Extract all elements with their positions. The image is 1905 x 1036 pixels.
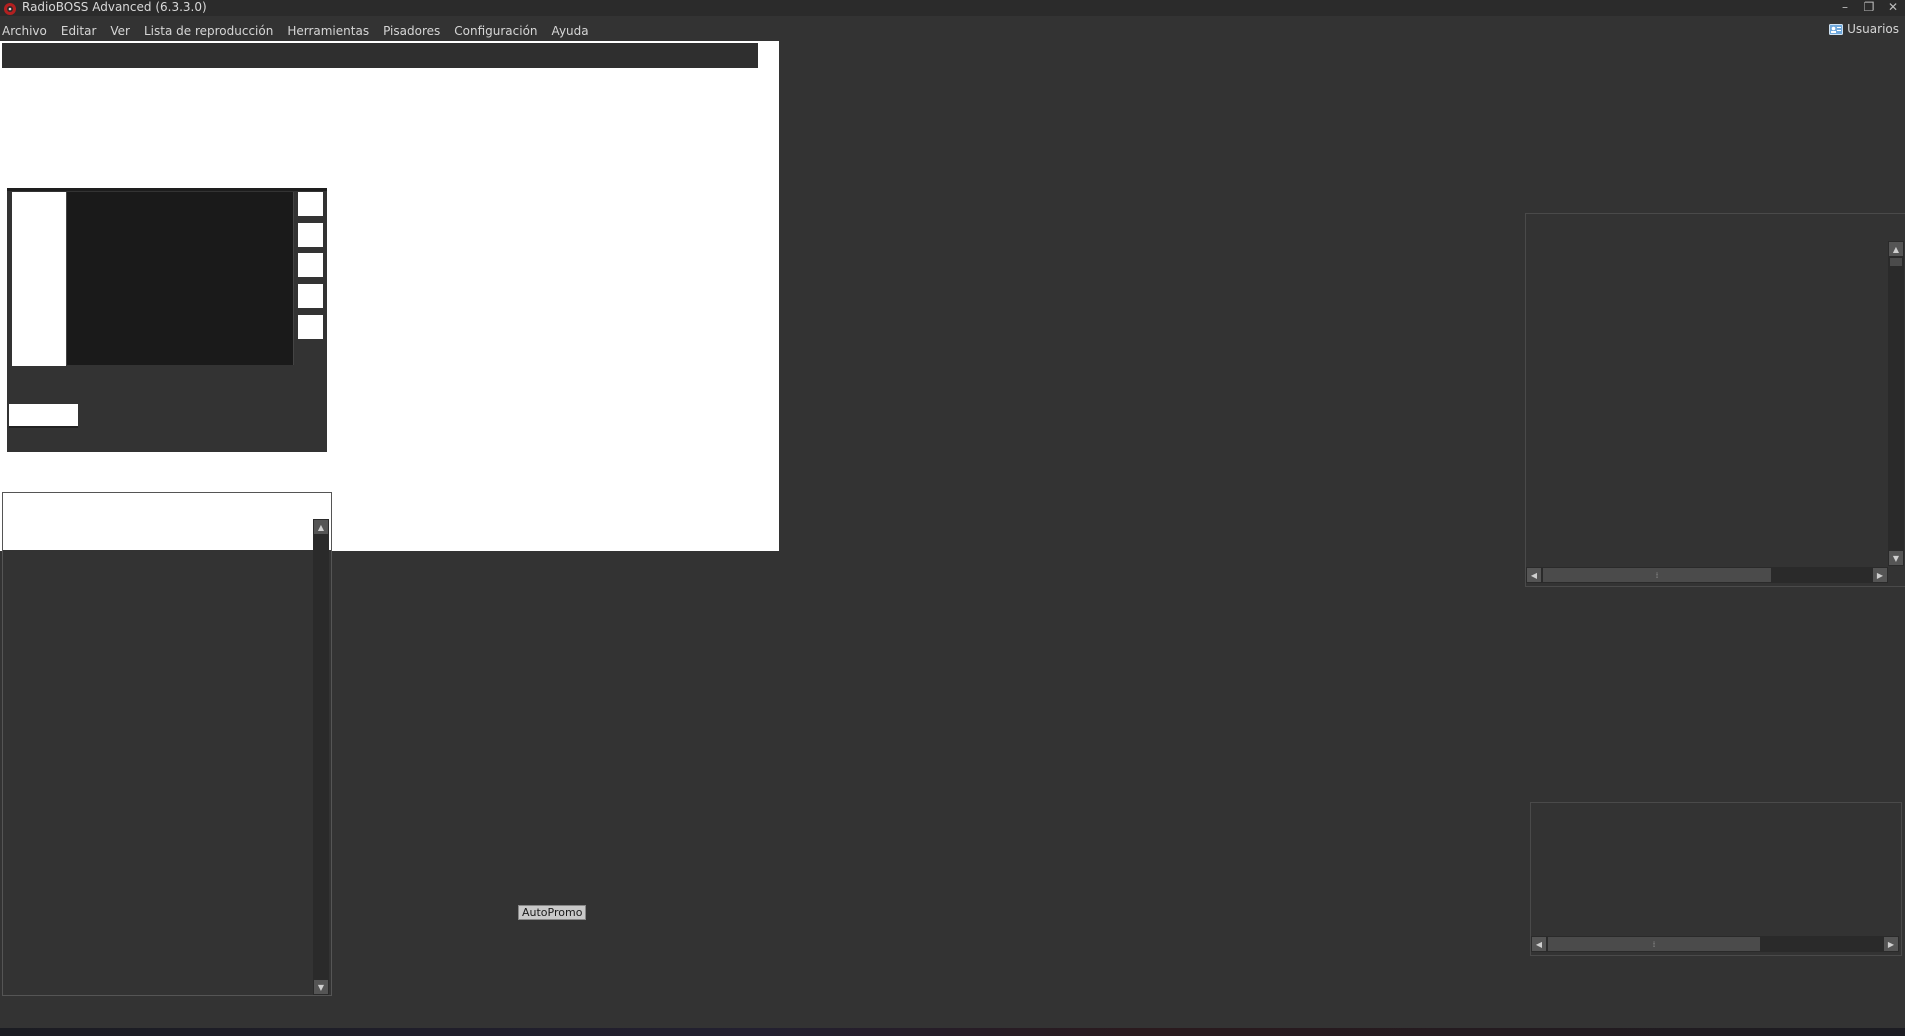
menu-ver[interactable]: Ver — [103, 21, 137, 41]
scroll-thumb[interactable]: ⁞ — [1548, 937, 1760, 951]
menu-pisadores[interactable]: Pisadores — [376, 21, 447, 41]
scroll-thumb[interactable] — [1890, 258, 1902, 266]
playlist-vertical-scrollbar[interactable]: ▲ ▼ — [313, 519, 329, 995]
title-bar — [0, 0, 1905, 16]
scroll-up-arrow-icon[interactable]: ▲ — [314, 520, 328, 534]
users-button[interactable]: Usuarios — [1829, 22, 1899, 36]
deck-side-button-5[interactable] — [298, 315, 323, 339]
autopromo-label[interactable]: AutoPromo — [518, 905, 587, 920]
menu-archivo[interactable]: Archivo — [0, 21, 54, 41]
right-top-panel — [1525, 213, 1905, 587]
right-top-horizontal-scrollbar[interactable]: ◀ ⁞ ▶ — [1526, 567, 1888, 583]
scroll-down-arrow-icon[interactable]: ▼ — [314, 980, 328, 994]
window-controls: – ❐ ✕ — [1833, 0, 1905, 14]
window-title: RadioBOSS Advanced (6.3.3.0) — [22, 0, 207, 14]
menu-ayuda[interactable]: Ayuda — [545, 21, 596, 41]
radioboss-app-icon — [4, 3, 16, 15]
menu-editar[interactable]: Editar — [54, 21, 104, 41]
users-label: Usuarios — [1847, 22, 1899, 36]
right-top-vertical-scrollbar[interactable]: ▲ ▼ — [1888, 241, 1904, 566]
deck-tab[interactable] — [9, 404, 78, 428]
close-button[interactable]: ✕ — [1881, 0, 1905, 14]
scroll-right-arrow-icon[interactable]: ▶ — [1873, 568, 1887, 582]
deck-left-pane — [12, 192, 66, 366]
restore-button[interactable]: ❐ — [1857, 0, 1881, 14]
minimize-button[interactable]: – — [1833, 0, 1857, 14]
playlist-panel — [2, 492, 332, 996]
scroll-left-arrow-icon[interactable]: ◀ — [1532, 937, 1546, 951]
right-bottom-panel — [1530, 802, 1902, 956]
scroll-up-arrow-icon[interactable]: ▲ — [1889, 242, 1903, 256]
menu-bar: Archivo Editar Ver Lista de reproducción… — [0, 20, 596, 42]
deck-side-button-1[interactable] — [298, 192, 323, 216]
scroll-thumb[interactable]: ⁞ — [1543, 568, 1771, 582]
deck-side-button-3[interactable] — [298, 253, 323, 277]
playlist-header — [3, 493, 331, 550]
scroll-right-arrow-icon[interactable]: ▶ — [1884, 937, 1898, 951]
menu-herramientas[interactable]: Herramientas — [280, 21, 376, 41]
scroll-down-arrow-icon[interactable]: ▼ — [1889, 551, 1903, 565]
track-info-strip — [2, 43, 758, 68]
deck-display — [66, 192, 294, 365]
deck-side-button-2[interactable] — [298, 223, 323, 247]
menu-lista-de-reproduccion[interactable]: Lista de reproducción — [137, 21, 280, 41]
users-card-icon — [1829, 23, 1844, 35]
deck-side-button-4[interactable] — [298, 284, 323, 308]
right-bottom-horizontal-scrollbar[interactable]: ◀ ⁞ ▶ — [1531, 936, 1899, 952]
scroll-left-arrow-icon[interactable]: ◀ — [1527, 568, 1541, 582]
menu-configuracion[interactable]: Configuración — [447, 21, 544, 41]
taskbar-edge — [0, 1028, 1905, 1036]
